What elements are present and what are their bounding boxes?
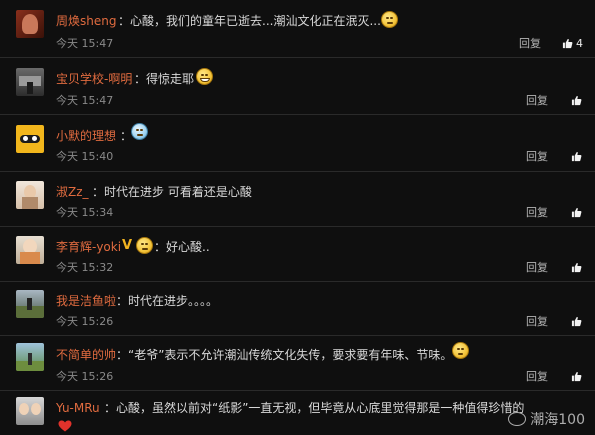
divider [0, 281, 595, 282]
watermark-text: 潮海100 [530, 412, 585, 428]
comment-time: 今天 15:32 [56, 261, 114, 274]
avatar[interactable] [16, 68, 44, 96]
smiley-emoji-icon [381, 11, 398, 28]
divider [0, 57, 595, 58]
divider [0, 171, 595, 172]
avatar[interactable] [16, 290, 44, 318]
comment-text: ：心酸，虽然以前对“纸影”一直无视，但毕竟从心底里觉得那是一种值得珍惜的 [104, 401, 525, 415]
divider [0, 114, 595, 115]
comment-time: 今天 15:34 [56, 206, 114, 219]
reply-button[interactable]: 回复 [526, 261, 548, 274]
comment-text: ：心酸，我们的童年已逝去...潮汕文化正在泯灭... [118, 14, 381, 28]
comment-author[interactable]: 不简单的帅 [56, 348, 116, 362]
thumbs-up-icon[interactable] [571, 371, 582, 382]
like-button[interactable]: 4 [562, 37, 583, 50]
smiley-emoji-icon [131, 123, 148, 140]
verified-v-icon: V [122, 238, 133, 253]
divider [0, 390, 595, 391]
comment-time: 今天 15:47 [56, 94, 114, 107]
thumbs-up-icon[interactable] [571, 95, 582, 106]
smiley-emoji-icon [136, 237, 153, 254]
reply-button[interactable]: 回复 [519, 37, 541, 50]
thumbs-up-icon[interactable] [571, 316, 582, 327]
comment-time: 今天 15:47 [56, 37, 114, 50]
comment-author[interactable]: 我是洁鱼啦 [56, 294, 116, 308]
comment-text: ：时代在进步 可看着还是心酸 [92, 185, 252, 199]
watermark: 潮海100 [508, 409, 585, 429]
reply-button[interactable]: 回复 [526, 94, 548, 107]
reply-button[interactable]: 回复 [526, 370, 548, 383]
comment-time: 今天 15:26 [56, 315, 114, 328]
reply-button[interactable]: 回复 [526, 150, 548, 163]
comment-time: 今天 15:26 [56, 370, 114, 383]
comment-author[interactable]: 宝贝学校-啊明 [56, 72, 132, 86]
comment-text: ：好心酸.. [154, 240, 210, 254]
reply-button[interactable]: 回复 [526, 206, 548, 219]
comment-text: ：“老爷”表示不允许潮汕传统文化失传，要求要有年味、节味。 [116, 348, 453, 362]
comment-author[interactable]: 淑Zz_ [56, 185, 89, 199]
avatar[interactable] [16, 236, 44, 264]
comment-text: ：得惊走耶 [134, 72, 195, 86]
smiley-emoji-icon [196, 68, 213, 85]
avatar[interactable] [16, 343, 44, 371]
heart-emoji-icon [58, 420, 72, 432]
divider [0, 335, 595, 336]
thumbs-up-icon[interactable] [571, 262, 582, 273]
thinking-emoji-icon [452, 342, 469, 359]
comment-author[interactable]: Yu-MRu [56, 401, 100, 415]
reply-button[interactable]: 回复 [526, 315, 548, 328]
thumbs-up-icon[interactable] [571, 151, 582, 162]
comment-author[interactable]: 小默的理想 [56, 129, 116, 143]
avatar[interactable] [16, 125, 44, 153]
thumbs-up-icon [562, 38, 573, 49]
avatar[interactable] [16, 10, 44, 38]
comment-time: 今天 15:40 [56, 150, 114, 163]
divider [0, 226, 595, 227]
avatar[interactable] [16, 397, 44, 425]
comment-author[interactable]: 周焕sheng [56, 14, 116, 28]
like-count: 4 [576, 37, 583, 50]
wechat-logo-icon [508, 412, 527, 426]
comment-author[interactable]: 李育辉-yoki [56, 240, 121, 254]
avatar[interactable] [16, 181, 44, 209]
thumbs-up-icon[interactable] [571, 207, 582, 218]
comment-text: ：时代在进步。。。。 [116, 294, 219, 308]
